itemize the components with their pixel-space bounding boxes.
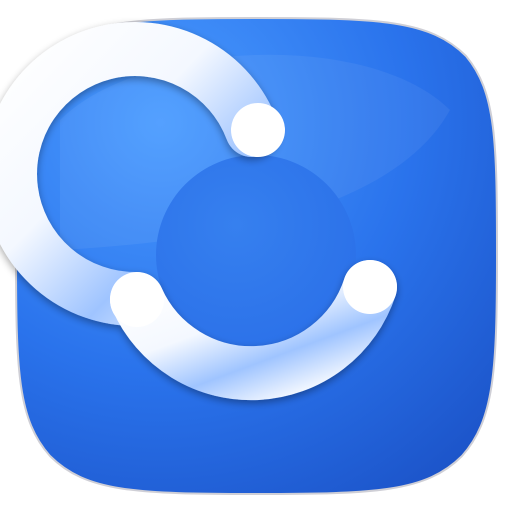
ring-cap-top [231, 103, 285, 157]
app-icon-graphic [0, 16, 499, 496]
ring-cap-left [110, 273, 164, 327]
app-icon[interactable] [0, 0, 512, 512]
ring-cap-right [343, 260, 397, 314]
